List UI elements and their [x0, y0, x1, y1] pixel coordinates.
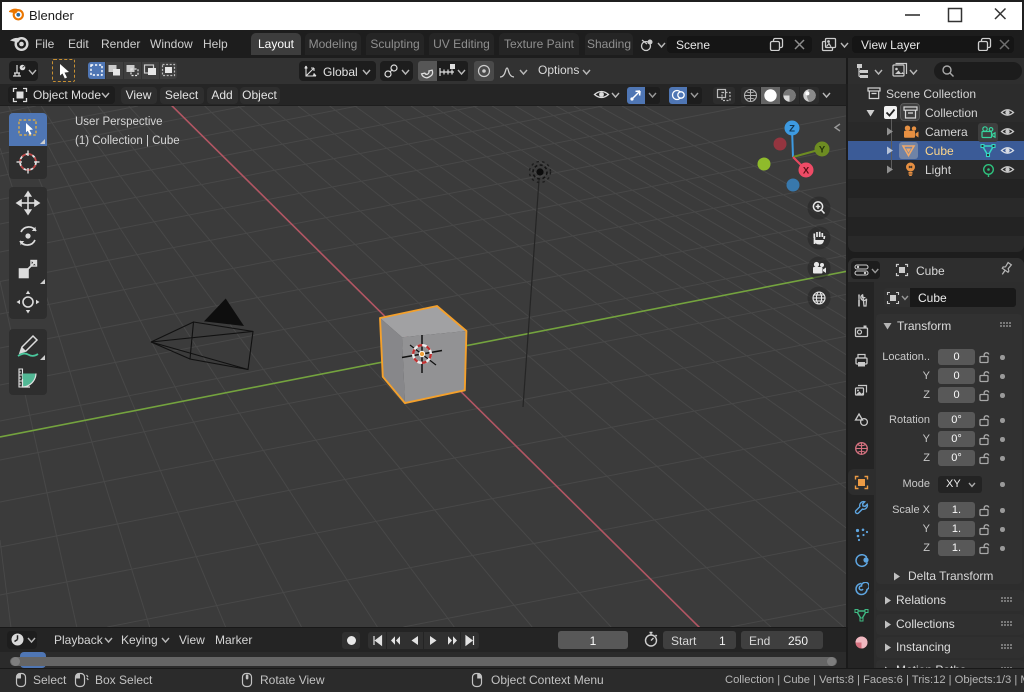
svg-text:Y: Y — [819, 145, 826, 156]
svg-text:Z: Z — [789, 124, 795, 135]
svg-text:X: X — [803, 166, 810, 177]
